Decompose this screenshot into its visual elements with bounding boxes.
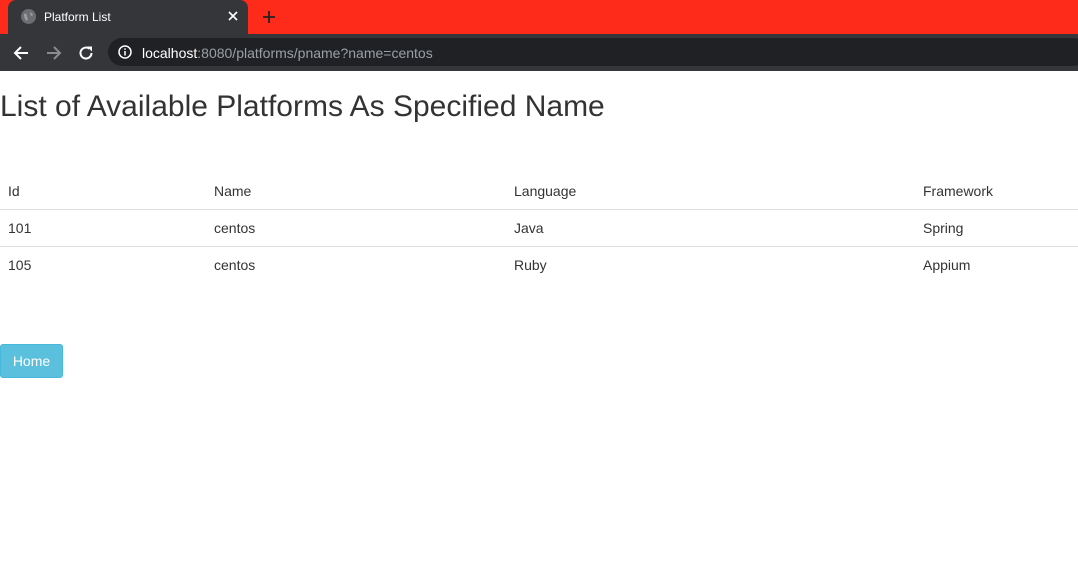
globe-icon — [21, 9, 36, 24]
back-arrow-icon[interactable] — [9, 41, 33, 65]
table-header-row: Id Name Language Framework — [0, 173, 1078, 210]
url-host: localhost — [142, 45, 198, 61]
column-header-name: Name — [214, 183, 252, 199]
column-header-id: Id — [8, 183, 20, 199]
column-header-framework: Framework — [923, 183, 994, 199]
url-path: :8080/platforms/pname?name=centos — [197, 45, 433, 61]
cell-framework: Appium — [923, 257, 971, 273]
cell-id: 105 — [8, 257, 32, 273]
cell-name: centos — [214, 257, 256, 273]
table-row: 105 centos Ruby Appium — [0, 246, 1078, 284]
cell-name: centos — [214, 220, 256, 236]
tab-close-icon[interactable] — [224, 7, 242, 25]
tab-title: Platform List — [44, 10, 111, 24]
column-header-language: Language — [514, 183, 577, 199]
cell-language: Ruby — [514, 257, 547, 273]
reload-icon[interactable] — [74, 41, 98, 65]
cell-framework: Spring — [923, 220, 964, 236]
url-text: localhost:8080/platforms/pname?name=cent… — [142, 45, 433, 61]
new-tab-plus-icon[interactable] — [258, 7, 280, 27]
home-button[interactable]: Home — [0, 344, 63, 378]
forward-arrow-icon[interactable] — [42, 41, 66, 65]
page-title: List of Available Platforms As Specified… — [0, 90, 605, 123]
platforms-table: Id Name Language Framework 101 centos Ja… — [0, 173, 1078, 283]
browser-tab-active[interactable]: Platform List — [8, 0, 248, 34]
info-icon[interactable] — [118, 45, 132, 59]
address-bar[interactable]: localhost:8080/platforms/pname?name=cent… — [108, 38, 1078, 66]
browser-tabstrip: Platform List — [0, 0, 1078, 34]
table-row: 101 centos Java Spring — [0, 210, 1078, 247]
cell-id: 101 — [8, 220, 32, 236]
browser-toolbar: localhost:8080/platforms/pname?name=cent… — [0, 34, 1078, 71]
cell-language: Java — [514, 220, 544, 236]
